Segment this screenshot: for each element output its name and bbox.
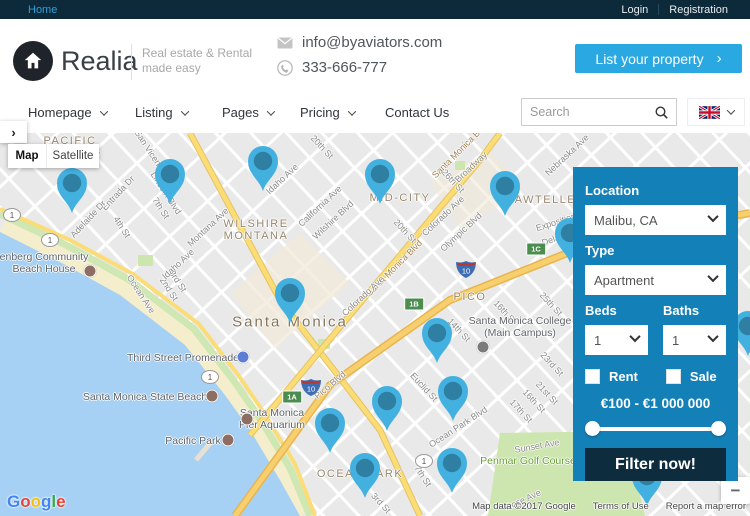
contact-phone: 333-666-777 bbox=[277, 59, 387, 76]
chevron-down-icon bbox=[726, 106, 735, 115]
nav-pricing[interactable]: Pricing bbox=[300, 105, 356, 120]
terms-of-use-link[interactable]: Terms of Use bbox=[593, 501, 649, 512]
chevron-down-icon bbox=[347, 106, 356, 116]
price-slider[interactable] bbox=[585, 421, 726, 436]
home-link[interactable]: Home bbox=[28, 4, 57, 16]
price-slider-handle-min[interactable] bbox=[585, 421, 600, 436]
email-text[interactable]: info@byaviators.com bbox=[302, 34, 442, 51]
topbar-account-links: Login Registration bbox=[611, 4, 738, 16]
cta-label: List your property bbox=[595, 50, 704, 67]
chevron-down-icon bbox=[629, 330, 641, 343]
tagline: Real estate & Rental made easy bbox=[142, 46, 252, 76]
tagline-line1: Real estate & Rental bbox=[142, 46, 253, 60]
chevron-down-icon bbox=[707, 330, 719, 343]
search-icon bbox=[654, 105, 668, 119]
map-pin[interactable] bbox=[315, 408, 345, 453]
baths-value: 1 bbox=[672, 332, 680, 348]
divider bbox=[131, 44, 132, 80]
mail-icon bbox=[277, 37, 293, 48]
search-box bbox=[521, 98, 677, 126]
map-pin[interactable] bbox=[422, 318, 452, 363]
nav-contact-us[interactable]: Contact Us bbox=[385, 105, 449, 120]
report-map-error-link[interactable]: Report a map error bbox=[666, 501, 746, 512]
brand-name[interactable]: Realia bbox=[61, 46, 138, 77]
slider-track bbox=[585, 427, 726, 431]
nav-listing[interactable]: Listing bbox=[135, 105, 189, 120]
nav-label: Listing bbox=[135, 105, 173, 120]
login-link[interactable]: Login bbox=[611, 4, 658, 16]
language-selector[interactable] bbox=[687, 98, 745, 126]
satellite-button[interactable]: Satellite bbox=[46, 144, 99, 168]
topbar: Home Login Registration bbox=[0, 0, 750, 19]
beds-label: Beds bbox=[585, 303, 617, 318]
nav-homepage[interactable]: Homepage bbox=[28, 105, 108, 120]
phone-text[interactable]: 333-666-777 bbox=[302, 59, 387, 76]
map-pin[interactable] bbox=[372, 386, 402, 431]
google-logo-letter: g bbox=[41, 492, 52, 511]
list-your-property-button[interactable]: List your property › bbox=[575, 44, 742, 73]
baths-label: Baths bbox=[663, 303, 700, 318]
baths-select[interactable]: 1 bbox=[663, 325, 726, 355]
rent-label: Rent bbox=[609, 369, 638, 384]
map-pin[interactable] bbox=[350, 453, 380, 498]
price-slider-handle-max[interactable] bbox=[711, 421, 726, 436]
location-select[interactable]: Malibu, CA bbox=[585, 205, 726, 235]
google-logo[interactable]: Google bbox=[7, 492, 66, 512]
nav-label: Homepage bbox=[28, 105, 92, 120]
chevron-down-icon bbox=[707, 270, 719, 283]
nav-label: Pages bbox=[222, 105, 259, 120]
chevron-down-icon bbox=[266, 106, 276, 116]
main-nav: Homepage Listing Pages Pricing Contact U… bbox=[0, 88, 750, 134]
phone-icon bbox=[277, 59, 293, 76]
location-label: Location bbox=[585, 183, 640, 198]
map-pin[interactable] bbox=[57, 168, 87, 213]
location-value: Malibu, CA bbox=[594, 212, 658, 228]
contact-email: info@byaviators.com bbox=[277, 34, 442, 51]
chevron-down-icon bbox=[180, 106, 189, 116]
nav-label: Contact Us bbox=[385, 105, 450, 120]
google-logo-letter: o bbox=[30, 492, 42, 511]
map-pin[interactable] bbox=[248, 146, 278, 191]
header: Realia Real estate & Rental made easy in… bbox=[0, 19, 750, 88]
beds-select[interactable]: 1 bbox=[585, 325, 648, 355]
beds-value: 1 bbox=[594, 332, 602, 348]
sale-label: Sale bbox=[689, 369, 717, 384]
google-logo-letter: o bbox=[20, 492, 31, 511]
map-pin[interactable] bbox=[155, 159, 185, 204]
sale-checkbox[interactable] bbox=[665, 369, 681, 384]
map-pin[interactable] bbox=[437, 448, 467, 493]
map-attribution: Map data ©2017 Google Terms of Use Repor… bbox=[472, 501, 746, 512]
nav-pages[interactable]: Pages bbox=[222, 105, 276, 120]
search-input[interactable] bbox=[522, 105, 646, 119]
chevron-down-icon bbox=[707, 210, 719, 223]
chevron-down-icon bbox=[99, 106, 108, 116]
sidebar-expand-toggle[interactable]: › bbox=[0, 121, 27, 143]
realia-logo-icon[interactable] bbox=[13, 41, 53, 81]
price-range-text: €100 - €1 000 000 bbox=[600, 396, 711, 411]
map-type-control: Map Satellite bbox=[8, 144, 99, 168]
uk-flag-icon bbox=[698, 105, 720, 119]
map-button[interactable]: Map bbox=[8, 144, 46, 168]
registration-link[interactable]: Registration bbox=[659, 4, 738, 16]
filter-now-button[interactable]: Filter now! bbox=[585, 448, 726, 481]
google-logo-letter: e bbox=[56, 492, 66, 511]
nav-label: Pricing bbox=[300, 105, 340, 120]
tagline-line2: made easy bbox=[142, 61, 201, 75]
zoom-out-button[interactable]: − bbox=[721, 477, 750, 504]
filter-panel: Location Malibu, CA Type Apartment Beds … bbox=[573, 167, 738, 481]
map-data-text: Map data ©2017 Google bbox=[472, 501, 576, 512]
map-pin[interactable] bbox=[365, 159, 395, 204]
search-button[interactable] bbox=[646, 99, 676, 125]
type-label: Type bbox=[585, 243, 615, 258]
type-value: Apartment bbox=[594, 272, 654, 288]
chevron-right-icon: › bbox=[716, 50, 722, 67]
rent-checkbox[interactable] bbox=[585, 369, 600, 384]
map-pin[interactable] bbox=[490, 171, 520, 216]
map-pin[interactable] bbox=[438, 376, 468, 421]
home-icon bbox=[24, 52, 42, 69]
google-logo-letter: G bbox=[7, 492, 21, 511]
map-pin[interactable] bbox=[275, 278, 305, 323]
type-select[interactable]: Apartment bbox=[585, 265, 726, 295]
